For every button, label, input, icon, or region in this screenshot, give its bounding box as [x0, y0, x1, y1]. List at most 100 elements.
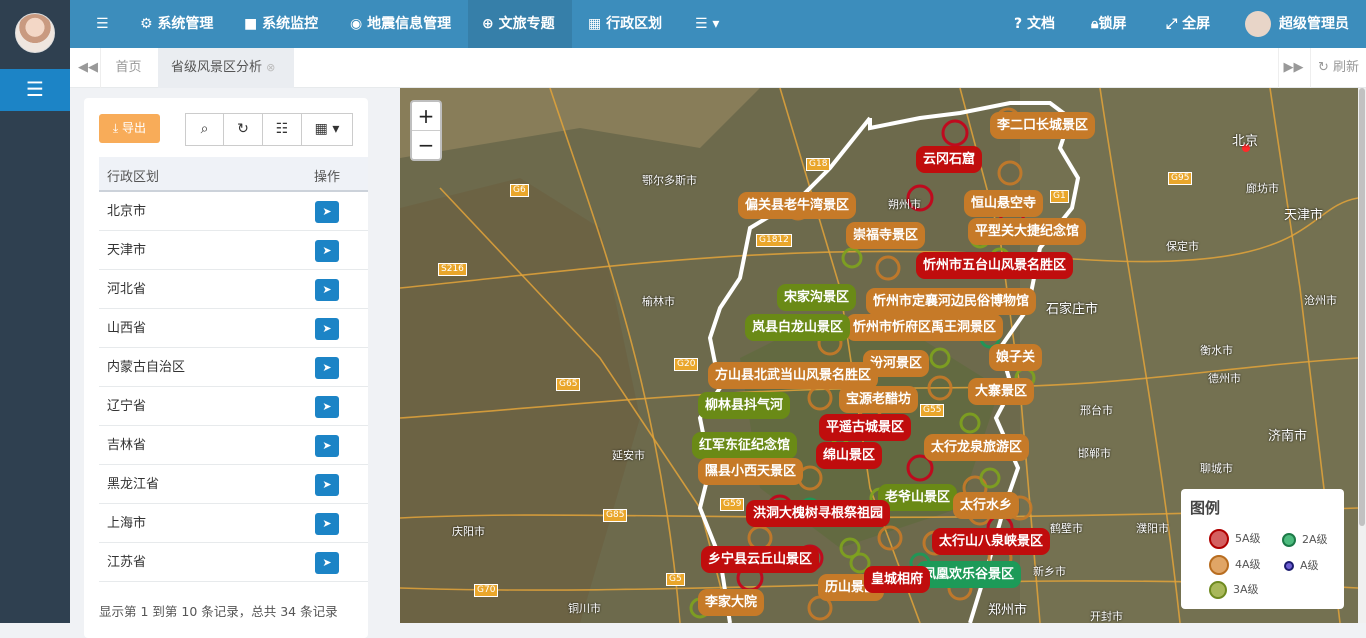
tab-scroll-left-icon[interactable]: ◀◀ — [78, 48, 98, 88]
scenic-label[interactable]: 娘子关 — [989, 344, 1043, 371]
city-label: 邢台市 — [1080, 404, 1113, 417]
region-name: 吉林省 — [107, 438, 147, 453]
road-shield: G95 — [1168, 172, 1193, 185]
scenic-label[interactable]: 忻州市定襄河边民俗博物馆 — [866, 288, 1037, 315]
scenic-label[interactable]: 方山县北武当山风景名胜区 — [708, 362, 879, 389]
locate-button[interactable]: ➤ — [315, 474, 339, 496]
locate-button[interactable]: ➤ — [315, 201, 339, 223]
legend-a: A级 — [1282, 557, 1319, 573]
region-name: 辽宁省 — [107, 399, 147, 414]
city-label: 衡水市 — [1200, 344, 1233, 357]
region-name: 上海市 — [107, 516, 147, 531]
city-label: 鹤壁市 — [1050, 522, 1083, 535]
scenic-label[interactable]: 皇城相府 — [864, 566, 931, 593]
locate-button[interactable]: ➤ — [315, 552, 339, 574]
tab-scenic-analysis[interactable]: 省级风景区分析 ⊗ — [158, 48, 294, 88]
zoom-out-button[interactable]: − — [412, 131, 440, 160]
nav-label: 锁屏 — [1098, 16, 1127, 32]
nav-item-system[interactable]: ⚙ 系统管理 — [140, 0, 213, 48]
legend-2a: 2A级 — [1282, 531, 1328, 547]
scenic-label[interactable]: 红军东征纪念馆 — [692, 432, 798, 459]
nav-label: 全屏 — [1182, 16, 1211, 32]
zoom-in-button[interactable]: + — [412, 102, 440, 131]
hamburger-icon[interactable]: ☰ — [96, 0, 109, 48]
scenic-label[interactable]: 李家大院 — [698, 589, 765, 616]
scenic-label[interactable]: 忻州市忻府区禹王洞景区 — [846, 314, 1004, 341]
road-shield: G5 — [666, 573, 685, 586]
scenic-label[interactable]: 平型关大捷纪念馆 — [968, 218, 1087, 245]
scenic-label[interactable]: 偏关县老牛湾景区 — [738, 192, 857, 219]
scenic-label[interactable]: 岚县白龙山景区 — [745, 314, 851, 341]
table-row: 黑龙江省 ➤ — [99, 465, 368, 504]
nav-user[interactable]: 超级管理员 — [1245, 0, 1349, 48]
locate-button[interactable]: ➤ — [315, 279, 339, 301]
city-label: 济南市 — [1268, 429, 1308, 444]
nav-lock[interactable]: 🔒︎锁屏 — [1091, 0, 1126, 48]
page-scrollbar[interactable] — [1358, 88, 1366, 623]
menu-toggle-icon[interactable]: ☰ — [0, 69, 70, 111]
map-view[interactable]: 李二口长城景区 云冈石窟偏关县老牛湾景区 恒山悬空寺崇福寺景区 平型关大捷纪念馆忻州市… — [400, 88, 1358, 623]
scenic-label[interactable]: 乡宁县云丘山景区 — [701, 546, 820, 573]
scenic-label[interactable]: 平遥古城景区 — [819, 414, 912, 441]
sidebar-avatar[interactable] — [15, 13, 55, 53]
scenic-label[interactable]: 忻州市五台山风景名胜区 — [916, 252, 1074, 279]
scenic-label[interactable]: 太行山八泉峡景区 — [932, 528, 1051, 555]
nav-item-earthquake[interactable]: ◉ 地震信息管理 — [350, 0, 451, 48]
locate-button[interactable]: ➤ — [315, 435, 339, 457]
columns-menu-icon[interactable]: ▦ ▾ — [301, 113, 353, 146]
road-shield: G1 — [1050, 190, 1069, 203]
scenic-label[interactable]: 绵山景区 — [816, 442, 883, 469]
more-menu-icon[interactable]: ☰ ▾ — [695, 0, 719, 48]
city-label: 廊坊市 — [1246, 182, 1279, 195]
legend-label: 4A级 — [1235, 558, 1261, 571]
road-shield: G65 — [556, 378, 581, 391]
locate-button[interactable]: ➤ — [315, 318, 339, 340]
nav-item-culture-tourism[interactable]: ⊕ 文旅专题 — [468, 0, 572, 48]
city-label: 邯郸市 — [1078, 447, 1111, 460]
nav-fullscreen[interactable]: ⤢ 全屏 — [1166, 0, 1210, 48]
tab-close-icon[interactable]: ⊗ — [266, 61, 275, 74]
toggle-view-icon[interactable]: ☷ — [262, 113, 302, 146]
export-button[interactable]: ⤓ 导出 — [99, 114, 160, 143]
scenic-label[interactable]: 太行水乡 — [953, 492, 1020, 519]
locate-button[interactable]: ➤ — [315, 240, 339, 262]
refresh-table-icon[interactable]: ↻ — [223, 113, 263, 146]
scenic-label[interactable]: 李二口长城景区 — [990, 112, 1096, 139]
nav-item-monitor[interactable]: ■ 系统监控 — [244, 0, 318, 48]
pagination-info: 显示第 1 到第 10 条记录，总共 34 条记录 — [99, 604, 338, 619]
region-name: 天津市 — [107, 243, 147, 258]
scrollbar-thumb[interactable] — [1359, 88, 1365, 526]
left-panel: ⤓ 导出 ⌕ ↻ ☷ ▦ ▾ 行政区划 操作 北京市 ➤ 天津市 ➤ 河北省 ➤ 山西省 ➤ 内… — [70, 88, 400, 638]
scenic-label[interactable]: 凤凰欢乐谷景区 — [916, 561, 1022, 588]
scenic-label[interactable]: 洪洞大槐树寻根祭祖园 — [746, 500, 891, 527]
scenic-label[interactable]: 崇福寺景区 — [846, 222, 926, 249]
locate-button[interactable]: ➤ — [315, 513, 339, 535]
table-row: 吉林省 ➤ — [99, 426, 368, 465]
nav-label: 文档 — [1027, 16, 1055, 32]
zoom-control: + − — [410, 100, 442, 161]
scenic-label[interactable]: 宋家沟景区 — [777, 284, 857, 311]
scenic-label[interactable]: 宝源老醋坊 — [839, 386, 919, 413]
nav-label: 行政区划 — [606, 16, 663, 32]
scenic-label[interactable]: 柳林县抖气河 — [698, 392, 791, 419]
tab-bar: ◀◀ 首页 省级风景区分析 ⊗ ▶▶ ↻ 刷新 — [70, 48, 1366, 88]
nav-item-admin-division[interactable]: ▦ 行政区划 — [588, 0, 662, 48]
tab-home[interactable]: 首页 — [100, 48, 156, 88]
locate-button[interactable]: ➤ — [315, 396, 339, 418]
legend-label: 2A级 — [1302, 533, 1328, 546]
locate-button[interactable]: ➤ — [315, 357, 339, 379]
refresh-button[interactable]: ↻ 刷新 — [1310, 48, 1366, 88]
tab-scroll-right-icon[interactable]: ▶▶ — [1278, 48, 1308, 88]
scenic-label[interactable]: 大寨景区 — [968, 378, 1035, 405]
region-name: 江苏省 — [107, 555, 147, 570]
scenic-label[interactable]: 恒山悬空寺 — [964, 190, 1044, 217]
nav-label: 系统管理 — [157, 16, 214, 32]
scenic-label[interactable]: 隰县小西天景区 — [698, 458, 804, 485]
nav-docs[interactable]: ? 文档 — [1014, 0, 1055, 48]
legend-label: A级 — [1300, 559, 1319, 572]
scenic-label[interactable]: 太行龙泉旅游区 — [924, 434, 1030, 461]
legend-label: 5A级 — [1235, 532, 1261, 545]
search-icon[interactable]: ⌕ — [185, 113, 224, 146]
scenic-label[interactable]: 云冈石窟 — [916, 146, 983, 173]
legend-4a: 4A级 — [1209, 555, 1261, 575]
